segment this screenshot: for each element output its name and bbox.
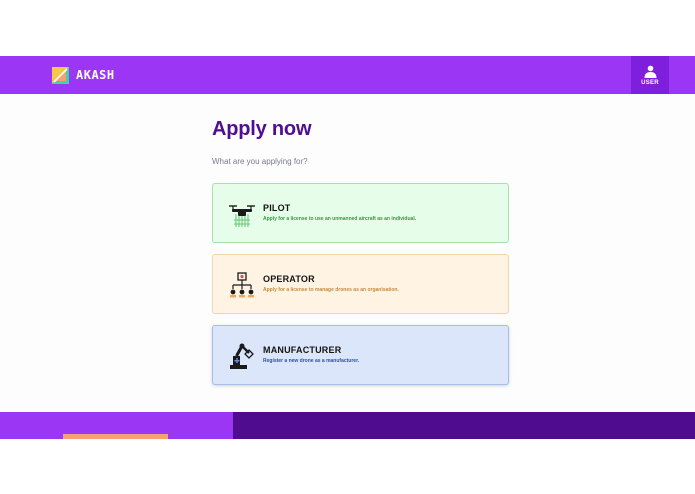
footer-right-block bbox=[233, 412, 695, 439]
user-label: USER bbox=[641, 79, 659, 86]
logo-flag-icon bbox=[52, 66, 69, 84]
manufacturer-option-title: MANUFACTURER bbox=[263, 345, 342, 355]
top-bar: AKASH USER bbox=[0, 56, 695, 94]
operator-option-card[interactable]: OPERATOR Apply for a license to manage d… bbox=[212, 254, 509, 314]
pilot-option-card[interactable]: PILOT Apply for a license to use an unma… bbox=[212, 183, 509, 243]
apply-panel: Apply now What are you applying for? PIL… bbox=[0, 94, 695, 412]
operator-option-description: Apply for a license to manage drones as … bbox=[263, 287, 399, 293]
manufacturer-option-card[interactable]: MANUFACTURER Register a new drone as a m… bbox=[212, 325, 509, 385]
brand-logo[interactable]: AKASH bbox=[52, 66, 115, 84]
drone-icon bbox=[229, 205, 255, 227]
org-chart-icon bbox=[230, 272, 254, 298]
page-subtitle: What are you applying for? bbox=[212, 157, 308, 166]
operator-option-title: OPERATOR bbox=[263, 274, 315, 284]
page-title: Apply now bbox=[212, 118, 312, 140]
robot-arm-icon bbox=[230, 343, 254, 369]
pilot-option-title: PILOT bbox=[263, 203, 291, 213]
brand-name: AKASH bbox=[76, 68, 115, 82]
footer-accent-bar bbox=[63, 434, 168, 439]
user-button[interactable]: USER bbox=[631, 56, 669, 94]
pilot-option-description: Apply for a license to use an unmanned a… bbox=[263, 216, 417, 222]
manufacturer-option-description: Register a new drone as a manufacturer. bbox=[263, 358, 360, 364]
user-icon bbox=[644, 65, 656, 78]
